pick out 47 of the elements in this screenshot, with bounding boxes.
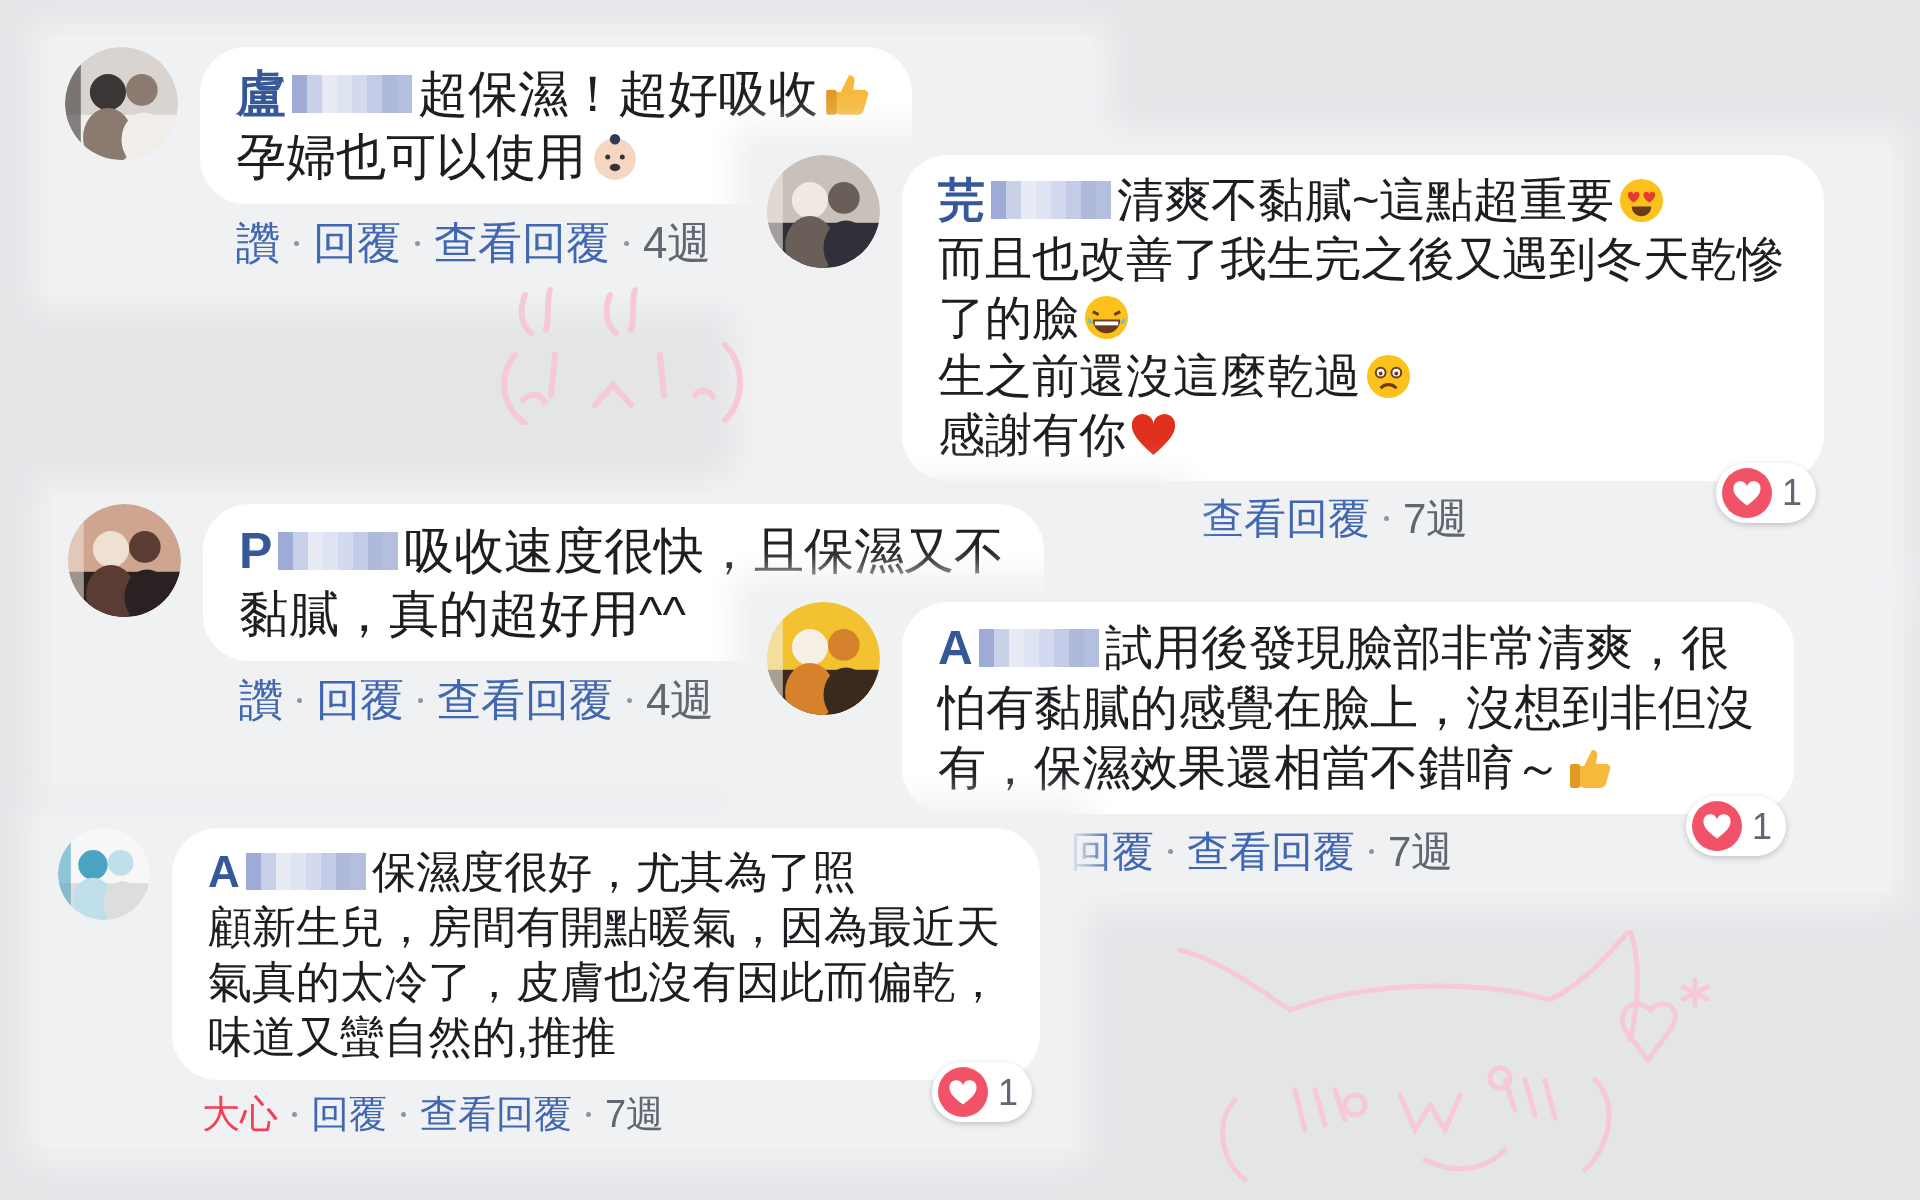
commenter-name[interactable]: A	[208, 844, 240, 899]
reaction-badge[interactable]: 1	[931, 1062, 1032, 1122]
heart-reaction-icon	[1721, 467, 1772, 518]
comment-text: 氣真的太冷了，皮膚也沒有因此而偏乾，	[208, 956, 1000, 1008]
comment-text: 孕婦也可以使用	[236, 127, 586, 187]
comment-text: 生之前還沒這麼乾過	[938, 348, 1361, 405]
comment-text: 味道又蠻自然的,推推	[208, 1011, 617, 1063]
timestamp: 7週	[1388, 827, 1454, 877]
timestamp: 7週	[605, 1092, 665, 1137]
action-link[interactable]: 回覆	[1070, 820, 1154, 883]
comment-text: 顧新生兒，房間有開點暖氣，因為最近天	[208, 901, 1000, 953]
comment-text: 了的臉	[938, 289, 1079, 346]
comment-text: 有，保濕效果還相當不錯唷～	[938, 740, 1562, 796]
action-link[interactable]: 查看回覆	[420, 1086, 572, 1143]
comment-text: 清爽不黏膩~這點超重要	[1117, 172, 1615, 228]
commenter-name[interactable]: 芫	[938, 171, 985, 230]
comment-text: 保濕度很好，尤其為了照	[371, 846, 856, 898]
laughing-face-icon	[1083, 294, 1130, 342]
comment-text: 黏膩，真的超好用^^	[239, 584, 686, 644]
comment-text: 而且也改善了我生完之後又遇到冬天乾慘	[938, 230, 1784, 287]
comment-text: 怕有黏膩的感覺在臉上，沒想到非但沒	[938, 680, 1754, 736]
reaction-link[interactable]: 大心	[202, 1086, 278, 1143]
reaction-badge[interactable]: 1	[1715, 462, 1816, 523]
timestamp: 4週	[646, 674, 715, 726]
commenter-name[interactable]: A	[938, 618, 973, 678]
action-link[interactable]: 回覆	[311, 1086, 387, 1143]
action-link[interactable]: 查看回覆	[437, 667, 613, 733]
comment-text: 試用後發現臉部非常清爽，很	[1104, 620, 1729, 676]
comment-text: 感謝有你	[938, 407, 1126, 463]
timestamp: 4週	[643, 217, 712, 269]
action-link[interactable]: 讚	[236, 210, 280, 276]
action-link[interactable]: 回覆	[316, 667, 404, 733]
action-link[interactable]: 回覆	[313, 210, 401, 276]
reaction-badge[interactable]: 1	[1685, 796, 1786, 856]
comment-text: 吸收速度很快，且保濕又不	[404, 522, 1005, 581]
heart-eyes-face-icon	[1618, 176, 1666, 224]
heart-reaction-icon	[1691, 801, 1742, 851]
action-link[interactable]: 讚	[239, 667, 283, 733]
action-link[interactable]: 查看回覆	[1187, 820, 1355, 883]
comment-text: 超保濕！超好吸收	[418, 65, 818, 124]
commenter-name[interactable]: 盧	[236, 63, 286, 126]
action-link[interactable]: 查看回覆	[434, 210, 610, 276]
frowning-face-icon	[1365, 353, 1412, 401]
commenter-name[interactable]: P	[239, 520, 273, 583]
heart-reaction-icon	[937, 1067, 988, 1117]
timestamp: 7週	[1403, 493, 1469, 544]
action-link[interactable]: 查看回覆	[1202, 486, 1370, 550]
